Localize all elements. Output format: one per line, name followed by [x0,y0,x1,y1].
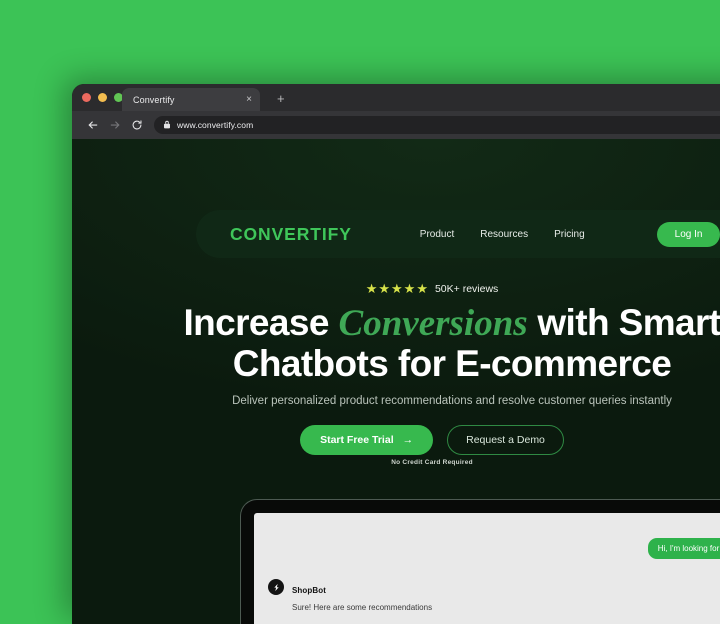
headline-emphasis: Conversions [338,303,528,344]
star-icon: ★ [378,281,390,296]
start-free-trial-label: Start Free Trial [320,434,394,446]
star-icon: ★ [365,281,378,296]
chat-bot-body: ShopBot Sure! Here are some recommendati… [292,579,432,612]
lock-icon [163,116,171,134]
spark-bolt-icon [268,579,284,595]
new-tab-button[interactable]: + [277,92,285,105]
chat-message-user: Hi, I'm looking for a new pair of runnin… [647,538,720,559]
nav-links: Product Resources Pricing [420,229,585,240]
star-icon: ★ [416,281,428,296]
webpage-content: CONVERTIFY Product Resources Pricing Log… [72,139,720,624]
forward-arrow-icon[interactable] [104,114,126,136]
url-text: www.convertify.com [177,120,254,130]
reload-icon[interactable] [126,114,148,136]
chat-message-bot: ShopBot Sure! Here are some recommendati… [268,579,432,612]
close-tab-icon[interactable]: × [246,94,252,105]
nav-link-pricing[interactable]: Pricing [554,229,585,240]
browser-tab-strip: Convertify × + [72,84,720,111]
browser-tab[interactable]: Convertify × [122,88,260,111]
address-bar[interactable]: www.convertify.com [154,116,720,134]
headline-part-1: Increase [183,302,339,343]
nav-link-product[interactable]: Product [420,229,454,240]
star-icon: ★ [391,281,403,296]
no-credit-card-note: No Credit Card Required [391,459,473,466]
chat-mockup-device: Hi, I'm looking for a new pair of runnin… [240,499,720,624]
nav-link-resources[interactable]: Resources [480,229,528,240]
back-arrow-icon[interactable] [82,114,104,136]
star-rating: ★ ★ ★ ★ ★ [366,282,428,295]
browser-toolbar: www.convertify.com [72,111,720,139]
browser-window: Convertify × + www.convertify.com CONVER… [72,84,720,624]
browser-tab-title: Convertify [133,94,175,105]
hero-cta-group: Start Free Trial → Request a Demo [72,425,720,455]
login-button[interactable]: Log In [656,221,720,247]
close-window-button[interactable] [82,93,91,102]
headline-line-2: Chatbots for E-commerce [232,342,672,384]
headline-part-2: with Smart [527,302,720,343]
reviews-badge: ★ ★ ★ ★ ★ 50K+ reviews [72,282,720,295]
minimize-window-button[interactable] [98,93,107,102]
site-navbar: CONVERTIFY Product Resources Pricing Log… [196,210,720,258]
chat-bot-name: ShopBot [292,586,327,595]
star-icon: ★ [403,281,416,296]
window-traffic-lights [82,93,123,102]
arrow-right-icon: → [402,434,414,446]
request-demo-button[interactable]: Request a Demo [447,425,564,455]
chat-screen: Hi, I'm looking for a new pair of runnin… [254,513,720,624]
hero-subheadline: Deliver personalized product recommendat… [232,395,672,407]
hero-headline: Increase Conversions with Smart Chatbots… [72,303,720,384]
brand-logo[interactable]: CONVERTIFY [230,224,352,245]
reviews-count-label: 50K+ reviews [434,282,499,295]
chat-bot-message-text: Sure! Here are some recommendations [292,603,433,612]
nav-actions: Log In Sign Up [656,221,720,247]
start-free-trial-button[interactable]: Start Free Trial → [300,425,434,455]
